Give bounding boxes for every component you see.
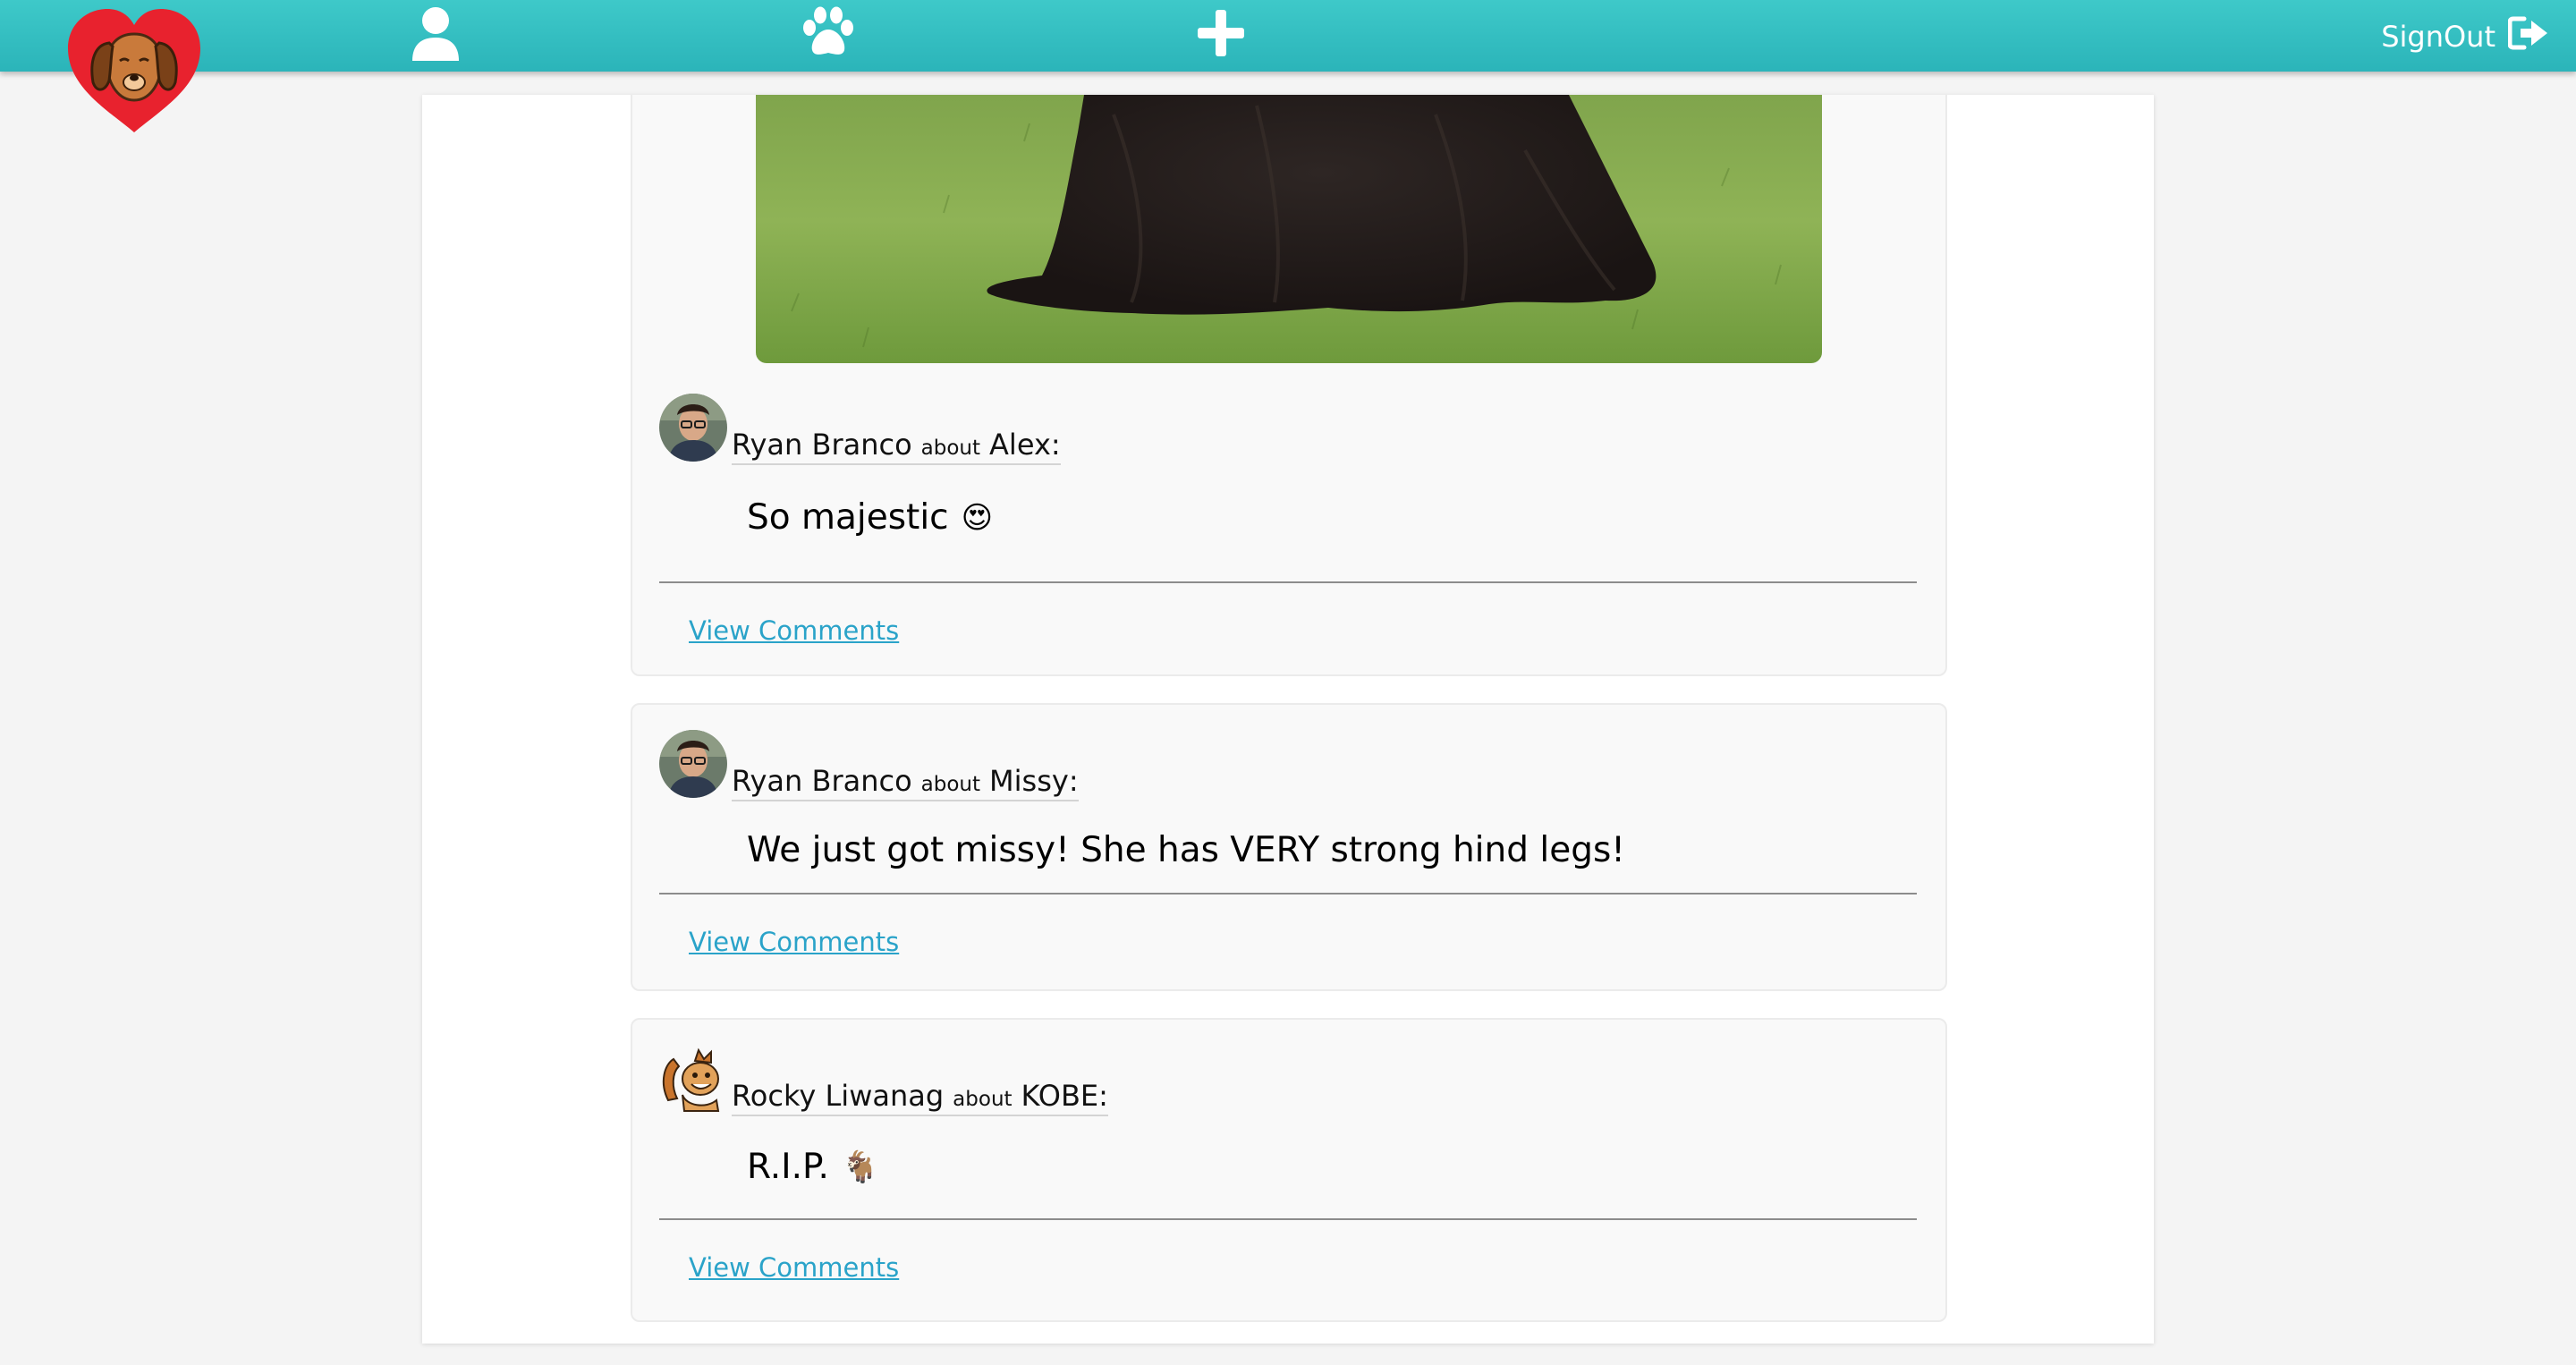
post-text: So majestic 😍 <box>747 497 993 538</box>
post-card: Ryan Branco about Missy: We just got mis… <box>631 703 1947 991</box>
author-link[interactable]: Ryan Branco <box>732 764 912 798</box>
feed-panel: Ryan Branco about Alex: So majestic 😍 Vi… <box>422 95 2154 1344</box>
pet-name[interactable]: Alex <box>989 428 1051 462</box>
post-header: Ryan Branco about Alex: <box>732 428 1061 465</box>
post-body: So majestic <box>747 497 949 538</box>
signout-button[interactable]: SignOut <box>2381 13 2549 61</box>
plus-icon[interactable] <box>1191 4 1250 63</box>
post-divider <box>659 581 1917 583</box>
post-header: Ryan Branco about Missy: <box>732 764 1079 801</box>
view-comments-link[interactable]: View Comments <box>689 927 899 957</box>
post-body: R.I.P. <box>747 1147 829 1187</box>
about-label: about <box>920 773 981 796</box>
post-card: Rocky Liwanag about KOBE: R.I.P. 🐐 View … <box>631 1018 1947 1322</box>
dog-photo <box>756 95 1822 363</box>
about-label: about <box>920 437 981 460</box>
post-divider <box>659 893 1917 894</box>
about-label: about <box>953 1088 1013 1111</box>
profile-icon[interactable] <box>406 4 465 63</box>
paw-icon[interactable] <box>799 4 858 63</box>
post-divider <box>659 1218 1917 1220</box>
top-navbar: SignOut <box>0 0 2576 72</box>
author-link[interactable]: Rocky Liwanag <box>732 1079 944 1113</box>
colon: : <box>1068 764 1079 798</box>
post-text: R.I.P. 🐐 <box>747 1147 879 1187</box>
view-comments-link[interactable]: View Comments <box>689 1252 899 1283</box>
post-header: Rocky Liwanag about KOBE: <box>732 1079 1108 1116</box>
avatar[interactable] <box>659 394 727 462</box>
colon: : <box>1098 1079 1108 1113</box>
pet-name[interactable]: KOBE <box>1021 1079 1099 1113</box>
avatar[interactable] <box>659 1047 727 1115</box>
colon: : <box>1050 428 1061 462</box>
post-body: We just got missy! She has VERY strong h… <box>747 830 1625 870</box>
post-card: Ryan Branco about Alex: So majestic 😍 Vi… <box>631 95 1947 676</box>
pet-name[interactable]: Missy <box>989 764 1069 798</box>
avatar[interactable] <box>659 730 727 798</box>
app-logo[interactable] <box>63 5 206 135</box>
sign-out-icon <box>2507 15 2549 58</box>
goat-emoji-icon: 🐐 <box>841 1149 880 1185</box>
post-text: We just got missy! She has VERY strong h… <box>747 830 1625 870</box>
view-comments-link[interactable]: View Comments <box>689 615 899 646</box>
signout-label: SignOut <box>2381 20 2496 54</box>
author-link[interactable]: Ryan Branco <box>732 428 912 462</box>
heart-eyes-emoji-icon: 😍 <box>961 499 994 536</box>
